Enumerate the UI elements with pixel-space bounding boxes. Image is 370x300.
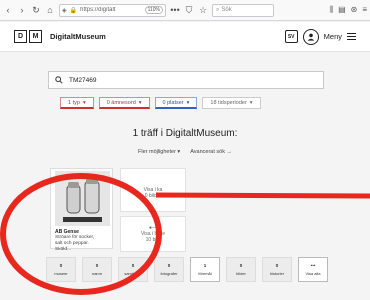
search-input[interactable]: TM27469	[48, 71, 324, 89]
search-icon	[55, 76, 63, 84]
filter-periods-label: 18 tidsperioder	[210, 100, 247, 106]
placeholder-card[interactable]: ●— Visa i bilde 10 bild	[120, 216, 186, 252]
category-count: 0	[239, 263, 243, 268]
results-title: 1 träff i DigitaltMuseum:	[132, 128, 238, 139]
reload-icon[interactable]: ↻	[31, 4, 41, 16]
home-icon[interactable]: ⌂	[45, 4, 55, 16]
browser-menu-icon[interactable]: ≡	[362, 5, 367, 15]
advanced-search-label: Avancerat sök	[190, 149, 225, 155]
category-count: •••	[310, 263, 316, 268]
logo-letter-m[interactable]: M	[29, 30, 42, 43]
category-count: 0	[167, 263, 171, 268]
more-options-link[interactable]: Fler möjligheter ▾	[138, 149, 180, 155]
placeholder-card[interactable]: Visa i ka 0 bilder	[120, 168, 186, 212]
language-button[interactable]: SV	[284, 30, 298, 43]
result-card[interactable]: AB Gense Ströare för socker, salt och pe…	[50, 168, 113, 252]
chevron-down-icon: ▾	[138, 99, 142, 106]
filter-places[interactable]: 0 platser ▾	[154, 97, 198, 109]
browser-toolbar: ‹ › ↻ ⌂ ◈ 🔒 https://digitalt 110% ••• ⛉ …	[0, 0, 370, 21]
search-icon: ⌕	[216, 6, 220, 13]
category-label: museer	[54, 271, 68, 276]
category-strip: 0 museer 0 namn 0 samlingar 0 fotografer 1 fö…	[46, 257, 328, 282]
browser-search-placeholder: Sök	[221, 7, 232, 13]
category-tile-active[interactable]: 1 föremål	[190, 257, 220, 282]
placeholder-count: 0 bilder	[144, 193, 162, 199]
filter-places-label: 0 platser	[162, 99, 184, 106]
lock-icon: 🔒	[69, 7, 78, 14]
placeholder-count: 10 bild	[145, 237, 161, 243]
filter-subject[interactable]: 0 ämnesord ▾	[98, 97, 150, 109]
back-icon[interactable]: ‹	[3, 4, 13, 16]
category-count: 0	[275, 263, 279, 268]
header-actions: SV Meny	[284, 28, 356, 45]
browser-search-field[interactable]: ⌕ Sök	[212, 3, 274, 17]
category-count: 0	[131, 263, 135, 268]
category-tile[interactable]: 0 museer	[46, 257, 76, 282]
category-label: föremål	[198, 271, 212, 276]
category-label: namn	[91, 271, 102, 276]
category-tile[interactable]: 0 bilder	[226, 257, 256, 282]
zoom-level[interactable]: 110%	[144, 6, 163, 14]
result-thumbnail	[55, 171, 110, 226]
site-header: D M DigitaltMuseum SV Meny	[0, 22, 370, 52]
shield-icon: ◈	[62, 7, 67, 14]
logo-letter-d[interactable]: D	[14, 30, 27, 43]
user-icon	[307, 33, 315, 41]
search-query: TM27469	[69, 76, 97, 84]
filter-bar: 1 typ ▾ 0 ämnesord ▾ 0 platser ▾ 18 tids…	[60, 97, 261, 109]
category-count: 1	[203, 263, 207, 268]
extension-icon[interactable]: ⊛	[351, 5, 358, 15]
hamburger-icon[interactable]	[347, 33, 356, 40]
site-name[interactable]: DigitaltMuseum	[50, 32, 106, 41]
filter-periods[interactable]: 18 tidsperioder ▾	[202, 97, 261, 109]
category-label: historier	[269, 271, 285, 276]
result-description: Ströare för socker, salt och peppar. Skö…	[55, 235, 111, 253]
advanced-search-link[interactable]: Avancerat sök →	[190, 149, 232, 155]
shakers-photo	[55, 171, 110, 226]
category-label: fotografer	[160, 271, 178, 276]
category-count: 0	[59, 263, 63, 268]
chevron-down-icon: ▾	[249, 100, 253, 106]
category-tile[interactable]: 0 namn	[82, 257, 112, 282]
library-icon[interactable]: ⫼	[329, 5, 333, 15]
user-button[interactable]	[302, 28, 319, 45]
chevron-down-icon: ▾	[186, 99, 190, 106]
filter-type[interactable]: 1 typ ▾	[60, 97, 94, 109]
chevron-down-icon: ▾	[82, 99, 86, 106]
category-tile-show-all[interactable]: ••• Visa alla	[298, 257, 328, 282]
sidebar-icon[interactable]: ▤	[338, 5, 346, 15]
url-text: https://digitalt	[80, 7, 116, 13]
category-tile[interactable]: 0 historier	[262, 257, 292, 282]
filter-type-label: 1 typ	[68, 99, 80, 106]
category-tile[interactable]: 0 fotografer	[154, 257, 184, 282]
pocket-icon[interactable]: ⛉	[184, 4, 194, 16]
result-options: Fler möjligheter ▾ Avancerat sök →	[0, 149, 370, 155]
category-count: 0	[95, 263, 99, 268]
category-label: samlingar	[124, 271, 142, 276]
category-tile[interactable]: 0 samlingar	[118, 257, 148, 282]
category-label: Visa alla	[305, 271, 321, 276]
menu-label[interactable]: Meny	[324, 32, 342, 41]
url-bar[interactable]: ◈ 🔒 https://digitalt 110%	[59, 3, 166, 17]
page-actions-icon[interactable]: •••	[170, 4, 180, 16]
bookmark-star-icon[interactable]: ☆	[198, 4, 208, 16]
category-label: bilder	[236, 271, 246, 276]
filter-subject-label: 0 ämnesord	[106, 99, 136, 106]
annotation-line	[155, 192, 370, 199]
result-description-line: Sköld...	[55, 247, 71, 252]
browser-tools: ⫼ ▤ ⊛ ≡	[329, 5, 367, 15]
forward-icon[interactable]: ›	[17, 4, 27, 16]
more-options-label: Fler möjligheter	[138, 149, 176, 155]
